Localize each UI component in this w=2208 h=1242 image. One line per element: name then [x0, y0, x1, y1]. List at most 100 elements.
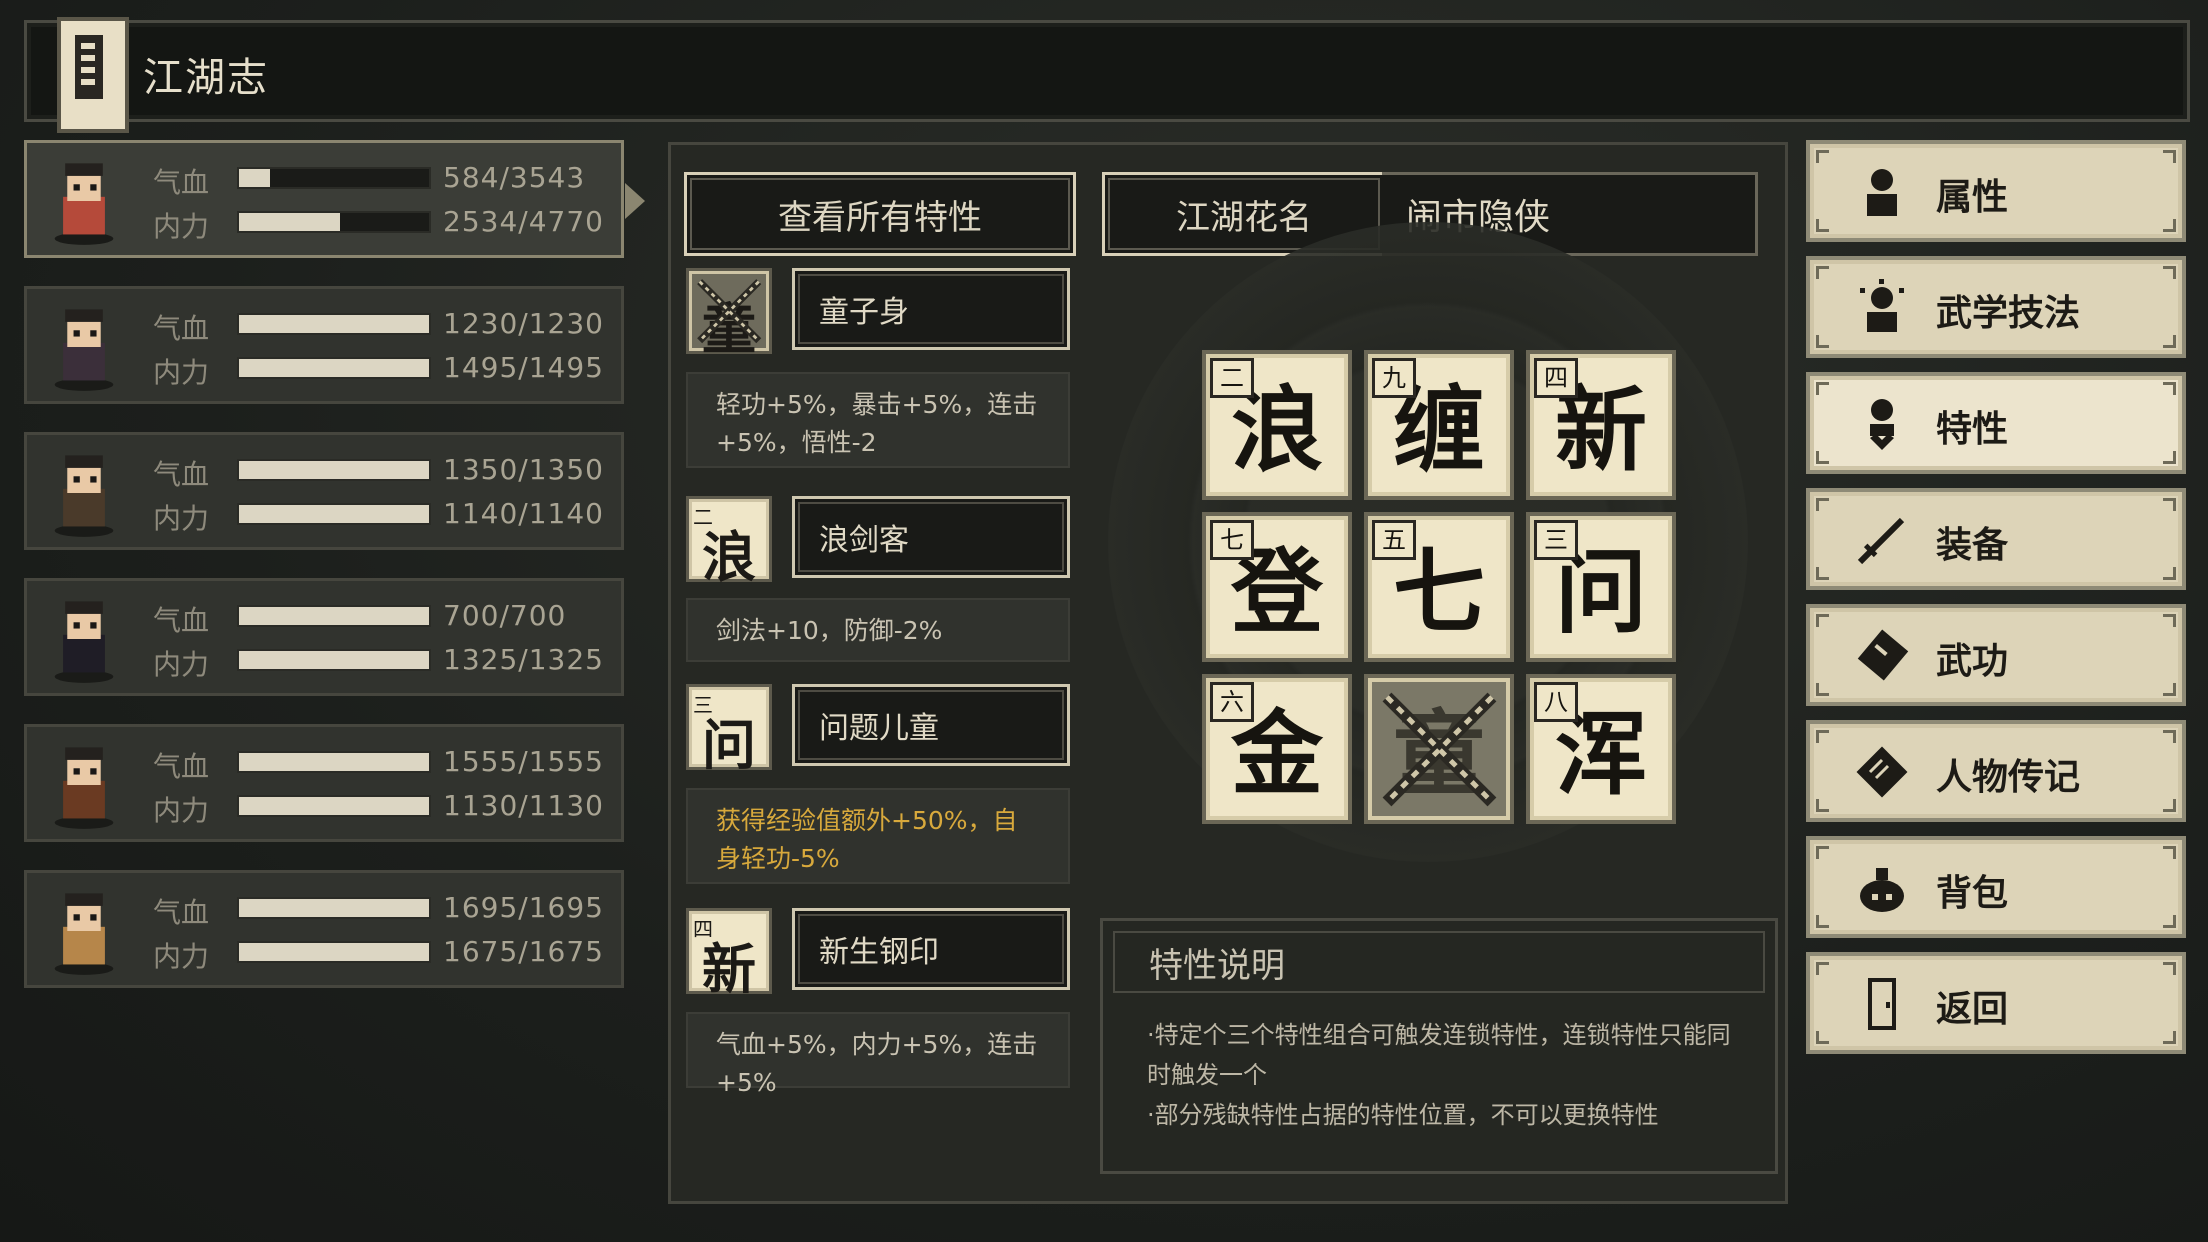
- trait-tile[interactable]: 浪二: [686, 496, 772, 589]
- character-portrait: [54, 163, 114, 245]
- grid-trait-slot[interactable]: 童: [1364, 674, 1514, 824]
- mp-label: 内力: [153, 940, 210, 973]
- trait-tile-number: 四: [693, 917, 713, 941]
- hp-label: 气血: [153, 896, 210, 929]
- grid-trait-slot[interactable]: 新四: [1526, 350, 1676, 500]
- grid-trait-slot[interactable]: 七五: [1364, 512, 1514, 662]
- grid-slot-number: 四: [1534, 358, 1578, 398]
- book-icon: [1856, 746, 1908, 798]
- hp-label: 气血: [153, 312, 210, 345]
- explanation-line-1: ·特定个三个特性组合可触发连锁特性，连锁特性只能同时触发一个: [1147, 1021, 1731, 1089]
- hp-label: 气血: [153, 604, 210, 637]
- mp-bar: [237, 649, 431, 671]
- grid-slot-number: 六: [1210, 682, 1254, 722]
- menu-button[interactable]: 武学技法: [1806, 256, 2186, 358]
- heart-person-icon: [1870, 399, 1894, 450]
- mp-bar: [237, 357, 431, 379]
- menu-label: 装备: [1936, 525, 2009, 566]
- menu-button[interactable]: 返回: [1806, 952, 2186, 1054]
- hp-value: 1555/1555: [443, 745, 604, 778]
- view-all-traits-button[interactable]: 查看所有特性: [684, 172, 1076, 256]
- menu-label: 武学技法: [1936, 293, 2081, 334]
- menu-label: 属性: [1936, 177, 2009, 218]
- mp-label: 内力: [153, 502, 210, 535]
- grid-slot-number: 三: [1534, 520, 1578, 560]
- grid-trait-slot[interactable]: 浑八: [1526, 674, 1676, 824]
- hp-bar: [237, 605, 431, 627]
- mp-value: 1325/1325: [443, 643, 604, 676]
- grid-trait-slot[interactable]: 浪二: [1202, 350, 1352, 500]
- broken-cross-icon: [696, 278, 762, 344]
- hp-value: 1230/1230: [443, 307, 604, 340]
- explanation-line-2: ·部分残缺特性占据的特性位置，不可以更换特性: [1147, 1101, 1659, 1129]
- grid-slot-number: 八: [1534, 682, 1578, 722]
- trait-tile[interactable]: 童: [686, 268, 772, 361]
- menu-button[interactable]: 特性: [1806, 372, 2186, 474]
- grid-trait-slot[interactable]: 金六: [1202, 674, 1352, 824]
- menu-button[interactable]: 属性: [1806, 140, 2186, 242]
- scroll-icon: [57, 17, 129, 133]
- grid-trait-slot[interactable]: 登七: [1202, 512, 1352, 662]
- hp-value: 1350/1350: [443, 453, 604, 486]
- menu-label: 特性: [1936, 409, 2009, 450]
- menu-label: 人物传记: [1936, 757, 2081, 798]
- trait-tile-number: 二: [693, 505, 713, 529]
- menu-label: 返回: [1936, 989, 2009, 1030]
- hp-value: 700/700: [443, 599, 567, 632]
- grid-slot-number: 九: [1372, 358, 1416, 398]
- hp-label: 气血: [153, 166, 210, 199]
- trait-explanation: 特性说明 ·特定个三个特性组合可触发连锁特性，连锁特性只能同时触发一个 ·部分残…: [1100, 918, 1778, 1174]
- menu-button[interactable]: 装备: [1806, 488, 2186, 590]
- trait-description: 获得经验值额外+50%，自身轻功-5%: [686, 788, 1070, 884]
- grid-slot-number: 七: [1210, 520, 1254, 560]
- trait-name-button[interactable]: 新生钢印: [792, 908, 1070, 990]
- party-member-card[interactable]: 气血 700/700 内力 1325/1325: [24, 578, 624, 696]
- trait-name-button[interactable]: 童子身: [792, 268, 1070, 350]
- party-member-card[interactable]: 气血 1350/1350 内力 1140/1140: [24, 432, 624, 550]
- party-member-card[interactable]: 气血 1555/1555 内力 1130/1130: [24, 724, 624, 842]
- door-icon: [1868, 978, 1896, 1030]
- party-member-card[interactable]: 气血 584/3543 内力 2534/4770: [24, 140, 645, 258]
- trait-tile-number: 三: [693, 693, 713, 717]
- party-member-card[interactable]: 气血 1230/1230 内力 1495/1495: [24, 286, 624, 404]
- page-title: 江湖志: [143, 55, 269, 101]
- mp-label: 内力: [153, 356, 210, 389]
- menu-label: 武功: [1936, 641, 2009, 682]
- character-portrait: [54, 601, 114, 683]
- mp-bar: [237, 795, 431, 817]
- mp-value: 1675/1675: [443, 935, 604, 968]
- hp-value: 1695/1695: [443, 891, 604, 924]
- trait-name-button[interactable]: 问题儿童: [792, 684, 1070, 766]
- menu-label: 背包: [1936, 873, 2009, 914]
- hp-label: 气血: [153, 750, 210, 783]
- hp-label: 气血: [153, 458, 210, 491]
- trait-name-button[interactable]: 浪剑客: [792, 496, 1070, 578]
- broken-cross-icon: [1382, 692, 1496, 806]
- mp-label: 内力: [153, 210, 210, 243]
- menu-button[interactable]: 背包: [1806, 836, 2186, 938]
- menu-button[interactable]: 人物传记: [1806, 720, 2186, 822]
- character-portrait: [54, 893, 114, 975]
- grid-trait-slot[interactable]: 缠九: [1364, 350, 1514, 500]
- mp-value: 2534/4770: [443, 205, 604, 238]
- spark-person-icon: [1860, 279, 1904, 332]
- grid-trait-slot[interactable]: 问三: [1526, 512, 1676, 662]
- hp-value: 584/3543: [443, 161, 586, 194]
- sword-icon: [1857, 517, 1905, 565]
- trait-tile[interactable]: 新四: [686, 908, 772, 1001]
- hp-bar: [237, 313, 431, 335]
- mp-value: 1130/1130: [443, 789, 604, 822]
- character-portrait: [54, 455, 114, 537]
- party-member-card[interactable]: 气血 1695/1695 内力 1675/1675: [24, 870, 624, 988]
- top-bar: 江湖志: [24, 17, 2190, 133]
- trait-description: 气血+5%，内力+5%，连击+5%: [686, 1012, 1070, 1097]
- explanation-title: 特性说明: [1113, 931, 1765, 993]
- grid-slot-number: 五: [1372, 520, 1416, 560]
- menu-button[interactable]: 武功: [1806, 604, 2186, 706]
- character-portrait: [54, 309, 114, 391]
- hp-bar: [237, 167, 431, 189]
- trait-tile[interactable]: 问三: [686, 684, 772, 777]
- scroll-icon: [1857, 629, 1909, 681]
- character-portrait: [54, 747, 114, 829]
- mp-label: 内力: [153, 648, 210, 681]
